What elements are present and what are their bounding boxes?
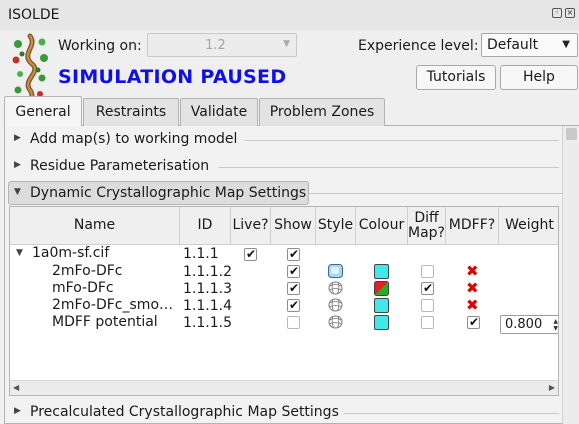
diff-colour-swatch[interactable]	[374, 281, 389, 296]
live-checkbox[interactable]: ✔	[244, 247, 257, 261]
spin-down-icon[interactable]: ▼	[553, 326, 558, 332]
tab-restraints[interactable]: Restraints	[83, 98, 179, 126]
mesh-style-icon[interactable]	[327, 297, 344, 313]
weight-value: 0.800	[505, 317, 543, 332]
map-name: 2mFo-DFc_smo…	[52, 297, 174, 313]
mesh-style-icon[interactable]	[327, 280, 344, 296]
map-name: MDFF potential	[52, 314, 158, 330]
section-residue-parameterisation[interactable]: ▶ Residue Parameterisation	[14, 156, 559, 178]
show-checkbox[interactable]	[287, 316, 300, 329]
map-name: mFo-DFc	[52, 280, 114, 296]
surface-style-icon[interactable]	[327, 263, 344, 279]
scroll-left-icon[interactable]: ◀	[13, 383, 19, 392]
mdff-weight-spinbox[interactable]: 0.800 ▲ ▼	[500, 315, 558, 334]
table-horizontal-scrollbar[interactable]: ◀ ▶	[10, 380, 558, 395]
chevron-right-icon: ▶	[14, 133, 21, 143]
mdff-checkbox[interactable]: ✔	[467, 315, 480, 329]
check-icon: ✔	[423, 281, 434, 295]
experience-level-label: Experience level:	[358, 38, 479, 54]
column-header-name[interactable]: Name	[10, 207, 180, 245]
tutorials-button[interactable]: Tutorials	[416, 65, 496, 90]
column-header-id[interactable]: ID	[180, 207, 231, 245]
section-add-map[interactable]: ▶ Add map(s) to working model	[14, 129, 559, 151]
check-icon: ✔	[289, 281, 300, 295]
show-checkbox[interactable]: ✔	[287, 264, 300, 278]
section-divider	[309, 193, 579, 194]
show-checkbox[interactable]: ✔	[287, 298, 300, 312]
mdff-x-icon[interactable]: ✖	[466, 262, 479, 280]
column-header-diff-map[interactable]: Diff Map?	[408, 207, 446, 245]
section-dynamic-maps[interactable]: ▼ Dynamic Crystallographic Map Settings	[14, 183, 314, 205]
map-id: 1.1.1.3	[183, 281, 232, 297]
check-icon: ✔	[289, 264, 300, 278]
colour-swatch[interactable]	[374, 315, 389, 330]
diff-map-checkbox[interactable]	[421, 316, 434, 329]
diff-map-checkbox[interactable]	[421, 265, 434, 278]
panel-vertical-scrollbar[interactable]	[562, 126, 579, 424]
column-header-live[interactable]: Live?	[231, 207, 271, 245]
mdff-x-icon[interactable]: ✖	[466, 296, 479, 314]
map-id: 1.1.1.2	[183, 264, 232, 280]
float-icon[interactable]: ◦	[552, 8, 562, 18]
experience-level-select[interactable]: Default ▼	[481, 33, 578, 57]
map-id: 1.1.1.4	[183, 298, 232, 314]
chevron-down-icon: ▼	[562, 39, 570, 50]
section-divider	[244, 140, 559, 141]
diff-map-checkbox[interactable]	[421, 299, 434, 312]
section-dynamic-maps-label: Dynamic Crystallographic Map Settings	[30, 185, 307, 201]
chevron-right-icon: ▶	[14, 406, 21, 416]
window-titlebar: ISOLDE ◦ ×	[0, 0, 579, 30]
map-name: 2mFo-DFc	[52, 263, 123, 279]
working-on-label: Working on:	[58, 38, 142, 54]
column-header-style[interactable]: Style	[316, 207, 356, 245]
experience-level-value: Default	[487, 37, 539, 53]
maps-table: Name ID Live? Show Style Colour Diff Map…	[9, 206, 559, 396]
mesh-style-icon[interactable]	[327, 314, 344, 330]
check-icon: ✔	[246, 247, 257, 261]
working-on-value: 1.2	[205, 38, 226, 53]
colour-swatch[interactable]	[374, 264, 389, 279]
close-icon[interactable]: ×	[565, 8, 575, 18]
chevron-down-icon: ▼	[14, 187, 21, 197]
check-icon: ✔	[289, 298, 300, 312]
section-precalc-maps[interactable]: ▶ Precalculated Crystallographic Map Set…	[14, 402, 559, 424]
tab-general[interactable]: General	[4, 96, 82, 126]
scrollbar-thumb[interactable]	[566, 128, 577, 140]
diff-header-line1: Diff	[414, 209, 439, 226]
column-header-mdff[interactable]: MDFF?	[446, 207, 499, 245]
simulation-status: SIMULATION PAUSED	[58, 66, 287, 88]
mdff-x-icon[interactable]: ✖	[466, 279, 479, 297]
show-checkbox[interactable]: ✔	[287, 281, 300, 295]
show-checkbox[interactable]: ✔	[287, 247, 300, 261]
map-name: 1a0m-sf.cif	[32, 245, 110, 261]
column-header-colour[interactable]: Colour	[356, 207, 408, 245]
colour-swatch[interactable]	[374, 298, 389, 313]
diff-map-checkbox[interactable]: ✔	[421, 281, 434, 295]
tab-validate[interactable]: Validate	[180, 98, 258, 126]
section-residue-param-label: Residue Parameterisation	[30, 158, 210, 174]
column-header-show[interactable]: Show	[271, 207, 316, 245]
section-add-map-label: Add map(s) to working model	[30, 131, 238, 147]
map-id: 1.1.1	[183, 246, 219, 262]
tab-problem-zones[interactable]: Problem Zones	[259, 98, 385, 126]
chevron-right-icon: ▶	[14, 160, 21, 170]
check-icon: ✔	[289, 247, 300, 261]
map-id: 1.1.1.5	[183, 315, 232, 331]
working-on-select[interactable]: 1.2 ▼	[147, 33, 297, 57]
expand-chevron-icon[interactable]: ▼	[16, 248, 23, 258]
section-divider	[344, 413, 559, 414]
chevron-down-icon: ▼	[283, 39, 290, 49]
check-icon: ✔	[469, 315, 480, 329]
section-precalc-maps-label: Precalculated Crystallographic Map Setti…	[30, 404, 339, 420]
scroll-right-icon[interactable]: ▶	[549, 383, 555, 392]
column-header-weight[interactable]: Weight	[499, 207, 558, 245]
section-divider	[219, 167, 559, 168]
diff-header-line2: Map?	[408, 224, 445, 241]
window-title: ISOLDE	[8, 7, 60, 23]
help-button[interactable]: Help	[500, 65, 578, 90]
